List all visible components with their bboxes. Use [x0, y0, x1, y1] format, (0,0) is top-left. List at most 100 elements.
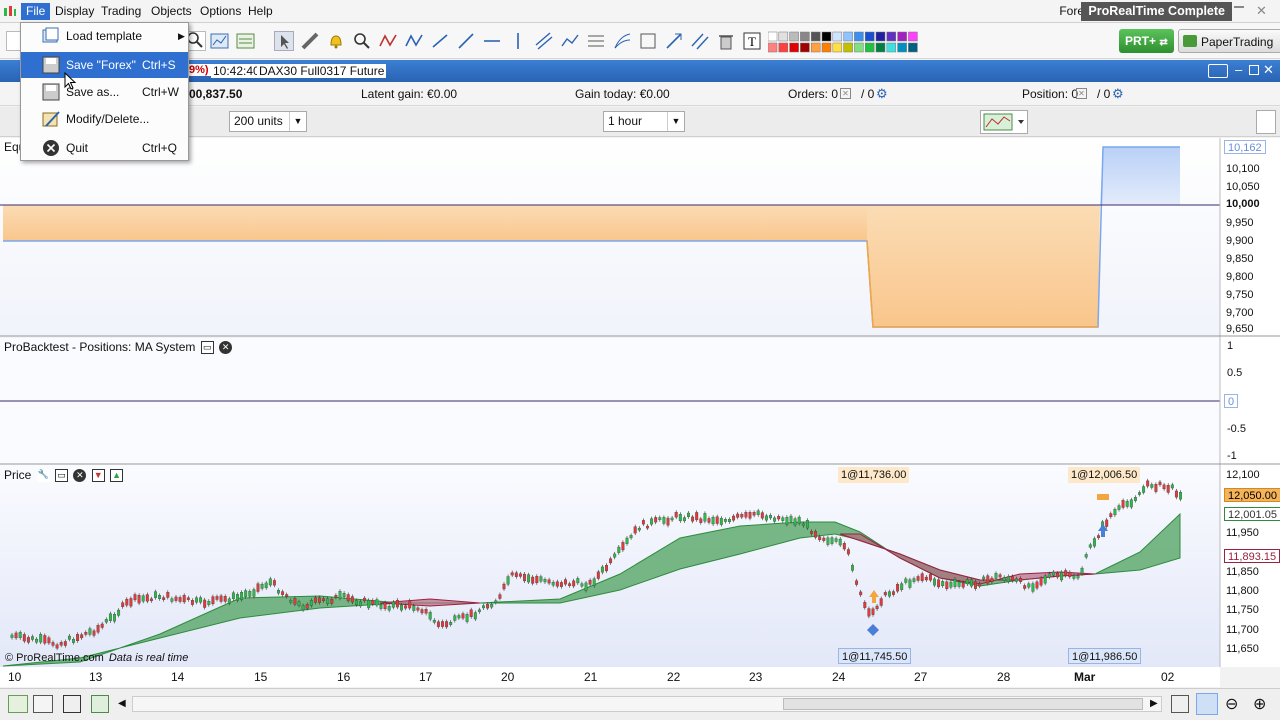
- polyline-tool-icon[interactable]: [560, 31, 580, 51]
- menu-help[interactable]: Help: [243, 3, 278, 20]
- wrench-icon[interactable]: 🔧: [36, 469, 50, 483]
- horizontal-scrollbar[interactable]: [132, 696, 1162, 712]
- prt-plus-button[interactable]: PRT+ ⇄: [1119, 29, 1174, 53]
- candle-body: [231, 592, 235, 599]
- palette-swatch[interactable]: [832, 42, 843, 53]
- trendline-tool-icon[interactable]: [430, 31, 450, 51]
- channel-tool-icon[interactable]: [534, 31, 554, 51]
- candle-body: [629, 535, 633, 539]
- search-icon[interactable]: [186, 31, 206, 51]
- text-tool-icon[interactable]: T: [742, 31, 762, 51]
- palette-swatch[interactable]: [875, 31, 886, 42]
- palette-swatch[interactable]: [908, 42, 918, 53]
- window-close-icon[interactable]: ✕: [1256, 3, 1267, 19]
- pointer-icon[interactable]: [274, 31, 294, 51]
- keyboard-icon[interactable]: [1208, 64, 1228, 78]
- panel-window-icon[interactable]: ▭: [55, 469, 69, 483]
- color-palette[interactable]: [767, 31, 920, 53]
- zoom-out-icon[interactable]: ⊖: [1225, 694, 1238, 714]
- sync-icon[interactable]: [1171, 695, 1189, 713]
- chart-style-icon[interactable]: [8, 695, 28, 713]
- palette-swatch[interactable]: [789, 42, 799, 53]
- pattern-tool-icon[interactable]: [638, 31, 658, 51]
- indicator-menu-icon[interactable]: [980, 110, 1028, 134]
- palette-swatch[interactable]: [908, 31, 918, 42]
- palette-swatch[interactable]: [897, 42, 907, 53]
- scroll-right-icon[interactable]: ▶: [1150, 698, 1158, 709]
- palette-swatch[interactable]: [854, 31, 864, 42]
- trash-icon[interactable]: [716, 31, 736, 51]
- palette-swatch[interactable]: [767, 31, 778, 42]
- palette-swatch[interactable]: [778, 42, 789, 53]
- orders-settings-icon[interactable]: ⚙: [876, 86, 888, 102]
- minimize-icon[interactable]: –: [1235, 62, 1242, 77]
- palette-swatch[interactable]: [864, 42, 875, 53]
- menu-file[interactable]: File: [21, 3, 51, 20]
- palette-swatch[interactable]: [886, 31, 897, 42]
- window-restore-icon[interactable]: [1234, 6, 1244, 16]
- wave-tool-icon[interactable]: [404, 31, 424, 51]
- fan-tool-icon[interactable]: [612, 31, 632, 51]
- scrollbar-thumb[interactable]: [783, 698, 1143, 710]
- ruler-icon[interactable]: [300, 31, 320, 51]
- position-settings-icon[interactable]: ⚙: [1112, 86, 1124, 102]
- palette-swatch[interactable]: [864, 31, 875, 42]
- screener-icon[interactable]: [236, 31, 256, 51]
- palette-swatch[interactable]: [843, 42, 853, 53]
- chart-window-icon[interactable]: [210, 31, 230, 51]
- arrow-down-icon[interactable]: ▼: [91, 469, 105, 483]
- panel-config-icon[interactable]: [1256, 110, 1276, 134]
- palette-swatch[interactable]: [778, 31, 789, 42]
- panel-close-icon[interactable]: ✕: [219, 341, 233, 355]
- zoom-in-icon[interactable]: ⊕: [1253, 694, 1266, 714]
- list-icon[interactable]: [63, 695, 81, 713]
- palette-swatch[interactable]: [767, 42, 778, 53]
- palette-swatch[interactable]: [800, 31, 810, 42]
- paper-trading-button[interactable]: PaperTrading: [1178, 29, 1280, 53]
- zoom-fit-icon[interactable]: [1196, 693, 1218, 715]
- maximize-icon[interactable]: [1249, 65, 1259, 75]
- menu-item-save-as[interactable]: Save as... Ctrl+W: [21, 79, 188, 105]
- menu-item-quit[interactable]: Quit Ctrl+Q: [21, 135, 188, 161]
- parallel-lines-icon[interactable]: [690, 31, 710, 51]
- palette-swatch[interactable]: [843, 31, 853, 42]
- close-icon[interactable]: ✕: [1263, 62, 1274, 78]
- menu-options[interactable]: Options: [195, 3, 246, 20]
- menu-trading[interactable]: Trading: [96, 3, 146, 20]
- menu-objects[interactable]: Objects: [146, 3, 197, 20]
- palette-swatch[interactable]: [897, 31, 907, 42]
- vertical-line-icon[interactable]: [508, 31, 528, 51]
- palette-swatch[interactable]: [810, 42, 821, 53]
- fibonacci-icon[interactable]: [586, 31, 606, 51]
- arrow-up-icon[interactable]: ▲: [110, 469, 124, 483]
- palette-swatch[interactable]: [832, 31, 843, 42]
- palette-swatch[interactable]: [821, 31, 832, 42]
- units-select[interactable]: 200 units ▼: [229, 111, 307, 132]
- menu-item-save[interactable]: Save "Forex" Ctrl+S: [21, 52, 188, 78]
- table-icon[interactable]: [91, 695, 109, 713]
- arrow-tool-icon[interactable]: [664, 31, 684, 51]
- palette-swatch[interactable]: [800, 42, 810, 53]
- palette-swatch[interactable]: [810, 31, 821, 42]
- palette-swatch[interactable]: [821, 42, 832, 53]
- line-tool-icon[interactable]: [456, 31, 476, 51]
- timeframe-select[interactable]: 1 hour ▼: [603, 111, 685, 132]
- scroll-left-icon[interactable]: ◀: [118, 698, 126, 709]
- zoom-icon[interactable]: [352, 31, 372, 51]
- alert-icon[interactable]: [326, 31, 346, 51]
- panel-window-icon[interactable]: ▭: [200, 341, 214, 355]
- palette-swatch[interactable]: [875, 42, 886, 53]
- copyright-text: © ProRealTime.com Data is real time: [5, 652, 188, 664]
- zigzag-tool-icon[interactable]: [378, 31, 398, 51]
- orders-close-icon[interactable]: ✕: [840, 88, 851, 99]
- palette-swatch[interactable]: [886, 42, 897, 53]
- menu-display[interactable]: Display: [50, 3, 99, 20]
- panel-close-icon[interactable]: ✕: [73, 469, 87, 483]
- menu-item-modify-delete[interactable]: Modify/Delete...: [21, 106, 188, 132]
- position-close-icon[interactable]: ✕: [1076, 88, 1087, 99]
- candles-icon[interactable]: [33, 695, 53, 713]
- horizontal-line-icon[interactable]: [482, 31, 502, 51]
- palette-swatch[interactable]: [854, 42, 864, 53]
- menu-item-load-template[interactable]: Load template ▶: [21, 23, 188, 49]
- palette-swatch[interactable]: [789, 31, 799, 42]
